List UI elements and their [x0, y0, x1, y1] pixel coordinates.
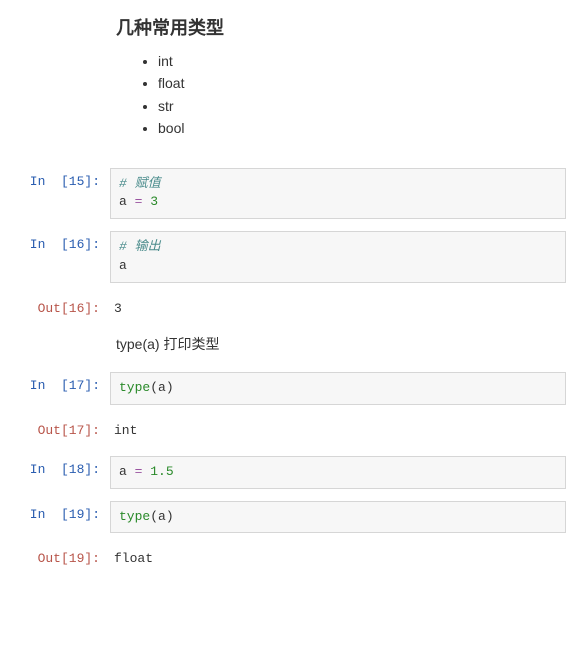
- list-item: float: [158, 72, 566, 94]
- section-heading: 几种常用类型: [116, 14, 566, 40]
- code-cell: In [16]: # 输出 a: [0, 231, 566, 283]
- list-item: str: [158, 95, 566, 117]
- code-paren: ): [166, 380, 174, 395]
- code-paren: (: [150, 509, 158, 524]
- output-prompt: Out[16]:: [0, 295, 110, 316]
- code-var: a: [158, 509, 166, 524]
- code-builtin: type: [119, 509, 150, 524]
- output-cell: Out[16]: 3: [0, 295, 566, 322]
- code-input[interactable]: # 赋值 a = 3: [110, 168, 566, 220]
- code-input[interactable]: type(a): [110, 372, 566, 405]
- output-text: float: [110, 545, 566, 572]
- code-comment: # 赋值: [119, 176, 161, 191]
- code-operator: =: [135, 464, 143, 479]
- code-comment: # 输出: [119, 239, 161, 254]
- input-prompt: In [19]:: [0, 501, 110, 522]
- input-prompt: In [17]:: [0, 372, 110, 393]
- code-operator: =: [135, 194, 143, 209]
- output-cell: Out[19]: float: [0, 545, 566, 572]
- list-item: int: [158, 50, 566, 72]
- code-input[interactable]: type(a): [110, 501, 566, 534]
- list-item: bool: [158, 117, 566, 139]
- code-number: 1.5: [150, 464, 173, 479]
- code-cell: In [17]: type(a): [0, 372, 566, 405]
- code-cell: In [19]: type(a): [0, 501, 566, 534]
- code-number: 3: [150, 194, 158, 209]
- output-text: int: [110, 417, 566, 444]
- output-text: 3: [110, 295, 566, 322]
- code-cell: In [18]: a = 1.5: [0, 456, 566, 489]
- code-paren: ): [166, 509, 174, 524]
- code-var: a: [119, 194, 127, 209]
- code-builtin: type: [119, 380, 150, 395]
- output-cell: Out[17]: int: [0, 417, 566, 444]
- input-prompt: In [18]:: [0, 456, 110, 477]
- markdown-note: type(a) 打印类型: [116, 334, 566, 354]
- code-var: a: [119, 464, 127, 479]
- output-prompt: Out[19]:: [0, 545, 110, 566]
- code-input[interactable]: a = 1.5: [110, 456, 566, 489]
- output-prompt: Out[17]:: [0, 417, 110, 438]
- code-cell: In [15]: # 赋值 a = 3: [0, 168, 566, 220]
- code-var: a: [119, 258, 127, 273]
- code-input[interactable]: # 输出 a: [110, 231, 566, 283]
- code-var: a: [158, 380, 166, 395]
- types-list: int float str bool: [158, 50, 566, 140]
- input-prompt: In [15]:: [0, 168, 110, 189]
- input-prompt: In [16]:: [0, 231, 110, 252]
- code-paren: (: [150, 380, 158, 395]
